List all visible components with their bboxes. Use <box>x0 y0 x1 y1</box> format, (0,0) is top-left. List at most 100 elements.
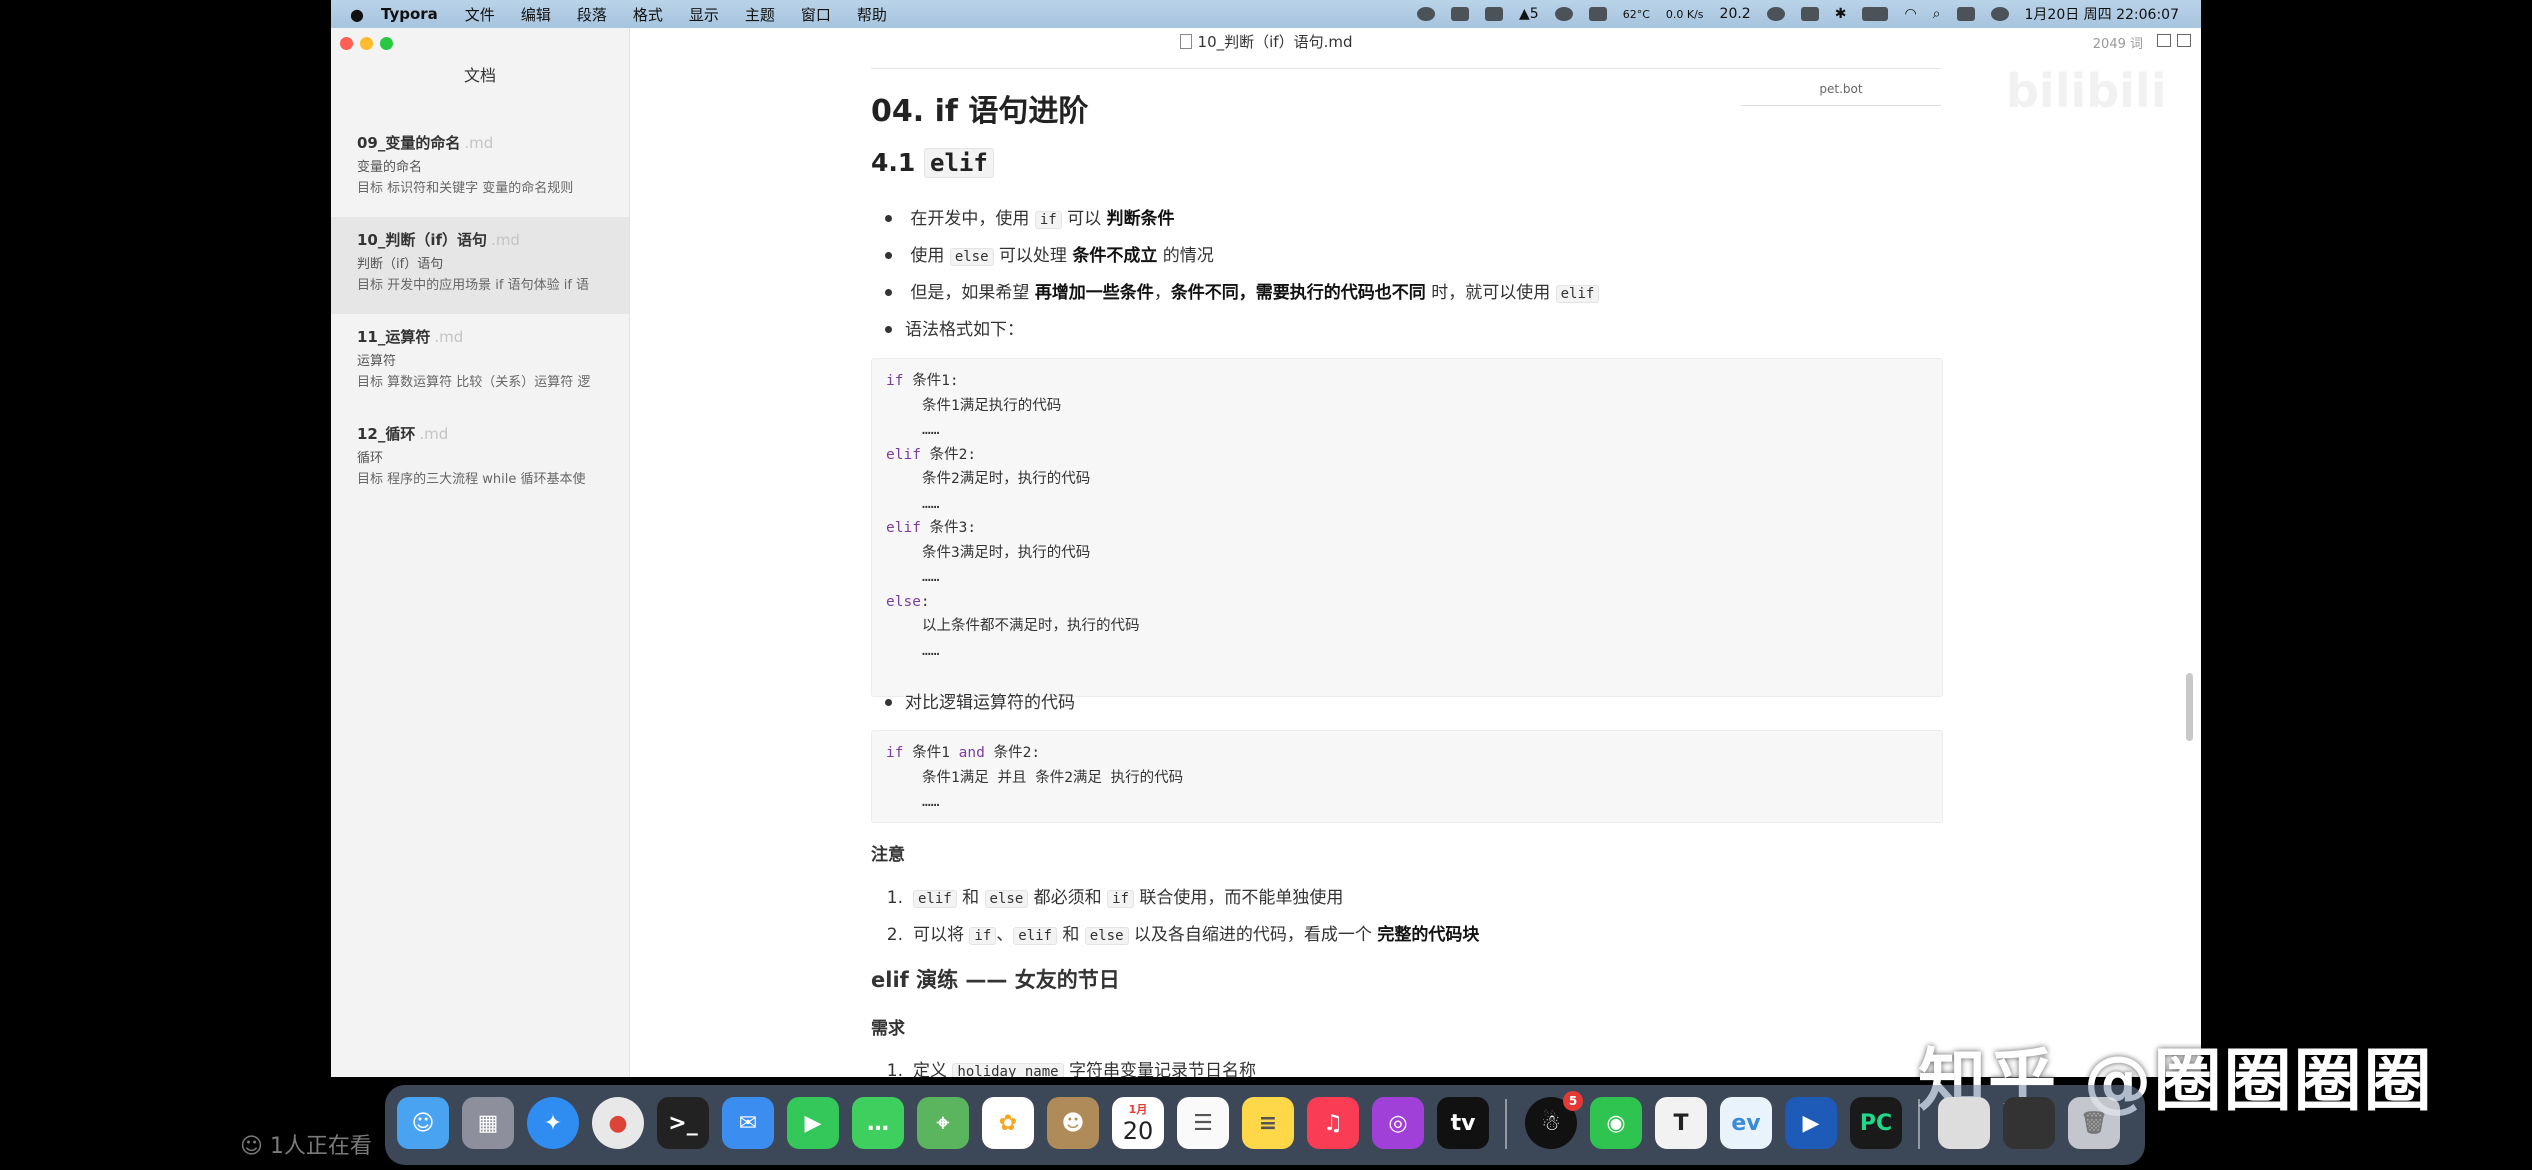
downloads-stack-icon[interactable] <box>1938 1097 1990 1149</box>
music-icon[interactable]: ♫ <box>1307 1097 1359 1149</box>
temperature-readout: 62°C <box>1622 7 1650 21</box>
apple-menu-icon[interactable]: ● <box>343 5 371 24</box>
calendar-icon[interactable]: 1月 20 <box>1112 1097 1164 1149</box>
bullet-item-5: 对比逻辑运算符的代码 <box>871 688 1075 713</box>
search-icon[interactable]: ⌕ <box>1933 6 1941 22</box>
network-readout: 0.0 K/s <box>1665 7 1704 21</box>
apple-tv-icon[interactable]: tv <box>1437 1097 1489 1149</box>
safari-icon[interactable]: ✦ <box>527 1097 579 1149</box>
messages-icon[interactable]: … <box>852 1097 904 1149</box>
menu-paragraph[interactable]: 段落 <box>577 4 607 25</box>
battery-icon[interactable] <box>1862 7 1889 21</box>
inline-code: elif <box>1555 285 1600 303</box>
dock-separator <box>1505 1099 1507 1149</box>
menu-window[interactable]: 窗口 <box>801 4 831 25</box>
play-icon[interactable] <box>1766 7 1785 21</box>
outline-icon[interactable] <box>2157 34 2171 47</box>
launchpad-icon[interactable]: ▦ <box>462 1097 514 1149</box>
previous-block-edge <box>871 28 1941 69</box>
doc-item-name: 10_判断（if）语句 <box>357 231 488 249</box>
ev-recorder-icon[interactable]: ev <box>1720 1097 1772 1149</box>
doc-item-heading: 循环 <box>357 451 384 466</box>
qq-badge: 5 <box>1563 1091 1583 1111</box>
subsection-heading: 4.1 elif <box>871 148 994 178</box>
section-heading: 04. if 语句进阶 <box>871 94 1089 129</box>
doc-item-summary: 目标 程序的三大流程 while 循环基本使 <box>357 472 586 487</box>
doc-item-name: 09_变量的命名 <box>357 134 461 152</box>
status-icon-3[interactable] <box>1588 7 1607 21</box>
status-icon-1[interactable] <box>1451 7 1469 21</box>
video-app-icon[interactable]: ▶ <box>1785 1097 1837 1149</box>
status-icon-2[interactable] <box>1485 7 1503 21</box>
doc-item-ext: .md <box>434 328 464 346</box>
control-center-icon[interactable] <box>1956 7 1975 21</box>
bullet-item-1: 在开发中，使用 if 可以 判断条件 <box>871 204 1174 229</box>
trash-icon[interactable]: 🗑 <box>2068 1097 2120 1149</box>
reminders-icon[interactable]: ☰ <box>1177 1097 1229 1149</box>
screen-recording-icon[interactable] <box>2003 1097 2055 1149</box>
notes-icon[interactable]: ≡ <box>1242 1097 1294 1149</box>
bullet-item-2: 使用 else 可以处理 条件不成立 的情况 <box>871 241 1214 266</box>
pycharm-icon[interactable]: PC <box>1850 1097 1902 1149</box>
menu-view[interactable]: 显示 <box>689 4 719 25</box>
typora-window: 文档 09_变量的命名 .md 变量的命名 目标 标识符和关键字 变量的命名规则 … <box>331 28 2201 1077</box>
wechat-icon[interactable]: ◉ <box>1590 1097 1642 1149</box>
menu-app-name[interactable]: Typora <box>381 5 438 23</box>
file-sidebar: 文档 09_变量的命名 .md 变量的命名 目标 标识符和关键字 变量的命名规则 … <box>331 28 630 1077</box>
finder-icon[interactable]: ☺ <box>397 1097 449 1149</box>
requirement-heading: 需求 <box>871 1019 905 1039</box>
doc-item-name: 11_运算符 <box>357 328 431 346</box>
doc-item-ext: .md <box>491 231 520 249</box>
doc-item-heading: 判断（if）语句 <box>357 257 444 272</box>
requirement-item-1: 1. 定义 holiday_name 字符串变量记录节日名称 <box>871 1056 1256 1077</box>
facetime-icon[interactable]: ▶ <box>787 1097 839 1149</box>
doc-item-heading: 变量的命名 <box>357 160 423 175</box>
sidebar-toggle-icon[interactable] <box>2177 34 2191 47</box>
menu-file[interactable]: 文件 <box>465 4 495 25</box>
wechat-status-icon[interactable] <box>1554 7 1573 21</box>
bilibili-watermark: bilibili <box>2006 64 2167 118</box>
menu-bar: ● Typora 文件 编辑 段落 格式 显示 主题 窗口 帮助 ▲5 62°C… <box>331 0 2201 28</box>
menu-help[interactable]: 帮助 <box>857 4 887 25</box>
viewer-count: ☺ 1人正在看 <box>240 1134 372 1159</box>
sidebar-item-11[interactable]: 11_运算符 .md 运算符 目标 算数运算符 比较（关系）运算符 逻 <box>331 314 629 411</box>
notification-count[interactable]: ▲5 <box>1519 6 1539 22</box>
dock: ☺ ▦ ✦ ● >_ ✉ ▶ … ⌖ ✿ ☻ 1月 20 ☰ ≡ ♫ ◎ tv ☃… <box>385 1085 2145 1165</box>
doc-item-ext: .md <box>464 134 494 152</box>
sidebar-title: 文档 <box>463 66 496 85</box>
mail-icon[interactable]: ✉ <box>722 1097 774 1149</box>
status-icon-4[interactable] <box>1800 7 1819 21</box>
menu-theme[interactable]: 主题 <box>745 4 775 25</box>
wifi-icon[interactable]: ◠ <box>1904 6 1916 22</box>
chrome-icon[interactable]: ● <box>592 1097 644 1149</box>
code-block-syntax[interactable]: if 条件1: 条件1满足执行的代码 …… elif 条件2: 条件2满足时，执… <box>871 358 1943 697</box>
menu-format[interactable]: 格式 <box>633 4 663 25</box>
photos-icon[interactable]: ✿ <box>982 1097 1034 1149</box>
doc-item-summary: 目标 算数运算符 比较（关系）运算符 逻 <box>357 375 591 390</box>
bullet-item-3: 但是，如果希望 再增加一些条件，条件不同，需要执行的代码也不同 时，就可以使用 … <box>871 278 1600 303</box>
siri-icon[interactable] <box>1990 7 2009 21</box>
sidebar-item-10[interactable]: 10_判断（if）语句 .md 判断（if）语句 目标 开发中的应用场景 if 语… <box>331 217 629 314</box>
typora-icon[interactable]: T <box>1655 1097 1707 1149</box>
inline-code: if <box>1034 211 1062 229</box>
maps-icon[interactable]: ⌖ <box>917 1097 969 1149</box>
floating-label: pet.bot <box>1741 73 1941 106</box>
doc-item-summary: 目标 标识符和关键字 变量的命名规则 <box>357 181 574 196</box>
podcasts-icon[interactable]: ◎ <box>1372 1097 1424 1149</box>
word-count[interactable]: 2049 词 <box>2093 33 2143 52</box>
clock-datetime[interactable]: 1月20日 周四 22:06:07 <box>2025 4 2180 24</box>
doc-item-ext: .md <box>419 425 449 443</box>
sidebar-item-12[interactable]: 12_循环 .md 循环 目标 程序的三大流程 while 循环基本使 <box>331 411 629 508</box>
bluetooth-icon[interactable]: ✱ <box>1835 6 1847 22</box>
menu-edit[interactable]: 编辑 <box>521 4 551 25</box>
qq-icon[interactable]: ☃ 5 <box>1525 1091 1583 1149</box>
dock-separator <box>1918 1099 1920 1149</box>
terminal-icon[interactable]: >_ <box>657 1097 709 1149</box>
status-app-icon[interactable] <box>1417 7 1435 21</box>
editor-scrollbar[interactable] <box>2186 673 2193 741</box>
contacts-icon[interactable]: ☻ <box>1047 1097 1099 1149</box>
code-block-logic[interactable]: if 条件1 and 条件2: 条件1满足 并且 条件2满足 执行的代码 …… <box>871 730 1943 823</box>
sidebar-item-09[interactable]: 09_变量的命名 .md 变量的命名 目标 标识符和关键字 变量的命名规则 <box>331 120 629 217</box>
bullet-item-4: 语法格式如下： <box>871 315 1024 340</box>
ordered-item-2: 2. 可以将 if、 elif 和 else 以及各自缩进的代码，看成一个 完整的代… <box>886 925 1480 945</box>
